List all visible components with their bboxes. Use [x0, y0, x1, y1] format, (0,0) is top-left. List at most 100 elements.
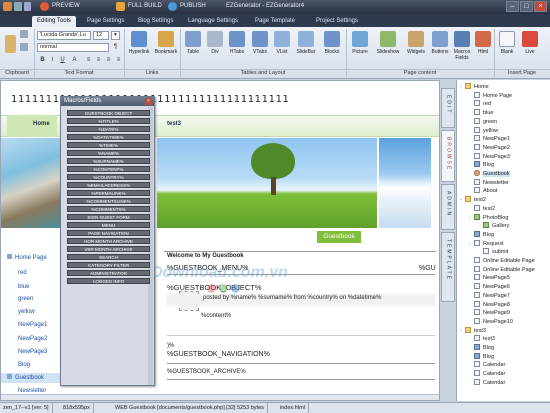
tree-item[interactable]: Blog: [469, 161, 494, 169]
content-macro[interactable]: %content%: [201, 313, 231, 319]
tree-item[interactable]: Guestbook: [469, 170, 510, 178]
tree-item[interactable]: NewPage6: [469, 283, 510, 291]
sidebar-link-green[interactable]: green: [7, 294, 33, 304]
macros-fields-button[interactable]: Macros Fields: [452, 29, 472, 67]
picture-button[interactable]: Picture: [348, 29, 372, 67]
macro-item[interactable]: ADMINISTRATOR: [67, 270, 150, 276]
tree-item[interactable]: Calendar: [469, 370, 505, 378]
hyperlink-button[interactable]: Hyperlink: [126, 29, 152, 67]
font-size-field[interactable]: 12: [93, 31, 109, 40]
tree-item[interactable]: NewPage1: [469, 135, 510, 143]
vlist-button[interactable]: VList: [272, 29, 292, 67]
tree-item[interactable]: NewPage8: [469, 300, 510, 309]
tree-item[interactable]: Online Editable Page: [469, 265, 535, 274]
align-left-icon[interactable]: ≡: [84, 56, 93, 65]
maximize-button[interactable]: □: [520, 1, 533, 12]
macro-item[interactable]: %DATE%: [67, 126, 150, 132]
align-right-icon[interactable]: ≡: [104, 56, 113, 65]
app-icon[interactable]: [3, 2, 12, 11]
font-size-spinner[interactable]: ▾: [111, 31, 120, 40]
sidebar-link-guestbook[interactable]: Guestbook: [1, 373, 61, 383]
macro-item[interactable]: %COMMENTS%: [67, 206, 150, 212]
tree-item[interactable]: test3: [469, 335, 495, 343]
tree-item[interactable]: Blog: [469, 352, 494, 361]
macro-item[interactable]: %EMAILADDRESS%: [67, 182, 150, 188]
tree-item[interactable]: - test2: [460, 196, 486, 204]
tab-language-settings[interactable]: Language Settings: [183, 16, 243, 27]
bold-button[interactable]: B: [38, 56, 47, 65]
blocks-button[interactable]: Blocks: [320, 29, 344, 67]
sidebar-link-newpage3[interactable]: NewPage3: [7, 347, 47, 357]
vtab-admin[interactable]: ADMIN: [441, 184, 455, 230]
sidebar-link-blue[interactable]: blue: [7, 282, 29, 292]
tree-item[interactable]: Calendar: [469, 378, 505, 387]
tree-item[interactable]: - PhotoBlog: [469, 213, 508, 222]
tree-item[interactable]: NewPage10: [469, 317, 513, 326]
macro-item[interactable]: %TIME%: [67, 142, 150, 148]
minimize-button[interactable]: –: [506, 1, 519, 12]
blank-page-button[interactable]: Blank: [497, 29, 517, 67]
sidebar-link-red[interactable]: red: [7, 268, 27, 278]
tree-item[interactable]: Online Editable Page: [469, 257, 535, 265]
sidebar-link-newpage2[interactable]: NewPage2: [7, 334, 47, 344]
guestbook-navigation-macro[interactable]: %GUESTBOOK_NAVIGATION%: [167, 351, 270, 358]
macro-item[interactable]: HOR MONTH ARCHIVE: [67, 238, 150, 244]
paragraph-format-icon[interactable]: ¶: [111, 43, 120, 52]
paren-fragment[interactable]: )%: [167, 343, 174, 349]
widgets-button[interactable]: Widgets: [404, 29, 428, 67]
tree-item[interactable]: green: [469, 117, 497, 126]
preview-button[interactable]: PREVIEW: [52, 3, 80, 9]
vtab-template[interactable]: TEMPLATE: [441, 232, 455, 302]
tree-item[interactable]: test2: [469, 204, 495, 213]
macro-item[interactable]: GUESTBOOK OBJECT: [67, 110, 150, 116]
font-name-field[interactable]: 'Lucida Grande',Lu: [37, 31, 91, 40]
macro-item[interactable]: %SURNAME%: [67, 158, 150, 164]
editor-hscrollbar[interactable]: [1, 394, 439, 400]
vtabs-button[interactable]: VTabs: [249, 29, 271, 67]
sidebar-link-yellow[interactable]: yellow: [7, 307, 35, 317]
tree-item[interactable]: Blog: [469, 344, 494, 352]
tree-item[interactable]: Home Page: [469, 91, 512, 100]
copy-button[interactable]: [19, 42, 29, 54]
align-center-icon[interactable]: ≡: [94, 56, 103, 65]
tab-editing-tools[interactable]: Editing Tools: [32, 16, 76, 27]
tree-item[interactable]: Calendar: [469, 361, 505, 369]
underline-button[interactable]: U: [58, 56, 67, 65]
full-build-button[interactable]: FULL BUILD: [128, 3, 162, 9]
close-button[interactable]: ×: [534, 1, 547, 12]
macro-item[interactable]: %NAME%: [67, 150, 150, 156]
tab-page-template[interactable]: Page Template: [250, 16, 300, 27]
macro-item[interactable]: LOGGED INFO: [67, 278, 150, 284]
macro-item[interactable]: %PERMALINK%: [67, 190, 150, 196]
tree-item[interactable]: Gallery: [478, 222, 509, 230]
tab-page-settings[interactable]: Page Settings: [82, 16, 129, 27]
guestbook-badge[interactable]: Guestbook: [317, 231, 361, 243]
macro-item[interactable]: PAGE NAVIGATION: [67, 230, 150, 236]
live-page-button[interactable]: Live: [520, 29, 540, 67]
tree-item[interactable]: - Home: [460, 83, 489, 91]
table-button[interactable]: Table: [182, 29, 204, 67]
tab-project-settings[interactable]: Project Settings: [311, 16, 363, 27]
tree-item[interactable]: blue: [469, 109, 493, 117]
publish-icon[interactable]: [168, 2, 177, 11]
macros-panel[interactable]: Macros/Fields × GUESTBOOK OBJECT %TITLE%%…: [60, 96, 155, 386]
vtab-browse[interactable]: BROWSE: [441, 130, 455, 182]
welcome-heading[interactable]: Welcome to My Guestbook: [167, 253, 244, 259]
macro-item[interactable]: VER MONTH ARCHIVE: [67, 246, 150, 252]
tree-item[interactable]: submit: [478, 248, 508, 256]
tab-blog-settings[interactable]: Blog Settings: [133, 16, 178, 27]
cut-button[interactable]: [19, 29, 29, 41]
tree-item[interactable]: NewPage9: [469, 309, 510, 317]
guestbook-right-macro[interactable]: %GU: [419, 265, 436, 272]
tree-item[interactable]: - Request: [469, 239, 504, 248]
tree-item[interactable]: NewPage3: [469, 152, 510, 161]
html-button[interactable]: Html: [474, 29, 492, 67]
tree-item[interactable]: About: [469, 187, 497, 195]
slidebar-button[interactable]: SlideBar: [293, 29, 319, 67]
macro-item[interactable]: %CONTENT%: [67, 166, 150, 172]
vtab-edit[interactable]: EDIT: [441, 88, 455, 128]
macro-item[interactable]: SEARCH: [67, 254, 150, 260]
guestbook-archive-macro[interactable]: %GUESTBOOK_ARCHIVE%: [167, 369, 246, 375]
sidebar-link-newpage1[interactable]: NewPage1: [7, 320, 47, 330]
preview-icon[interactable]: [40, 2, 49, 11]
